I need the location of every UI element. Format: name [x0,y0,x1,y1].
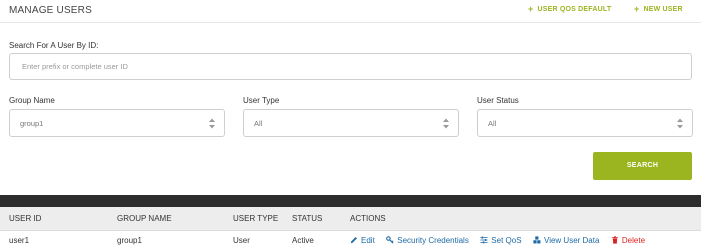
edit-action-label: Edit [361,236,375,245]
key-icon [386,236,394,244]
row-actions: Edit Security Credentials Set QoS View U… [350,236,645,251]
plus-icon: + [528,4,534,14]
group-name-label: Group Name [9,96,55,105]
security-credentials-label: Security Credentials [397,236,469,245]
table-header: USER ID GROUP NAME USER TYPE STATUS ACTI… [0,207,701,231]
view-user-data-action[interactable]: View User Data [533,236,599,245]
user-type-value: All [254,119,263,128]
plus-icon: + [634,4,640,14]
sliders-icon [480,236,488,244]
column-header-user-id: USER ID [9,214,42,223]
user-type-label: User Type [243,96,280,105]
group-name-value: group1 [20,119,44,128]
column-header-user-type: USER TYPE [233,214,279,223]
sort-arrows-icon [443,118,449,129]
section-divider [0,195,701,207]
user-qos-default-label: USER QOS DEFAULT [537,6,612,13]
set-qos-action[interactable]: Set QoS [480,236,522,245]
search-button[interactable]: SEARCH [593,152,692,180]
user-id-search-input[interactable] [9,53,692,80]
group-name-select[interactable]: group1 [9,109,225,137]
column-header-group-name: GROUP NAME [117,214,172,223]
set-qos-label: Set QoS [491,236,522,245]
cell-status: Active [292,236,314,245]
trash-icon [612,236,618,244]
view-user-data-label: View User Data [544,236,600,245]
delete-action[interactable]: Delete [611,236,645,245]
column-header-actions: ACTIONS [350,214,386,223]
security-credentials-action[interactable]: Security Credentials [386,236,469,245]
new-user-label: NEW USER [643,6,683,13]
cubes-icon [533,236,541,244]
cell-user-id: user1 [9,236,30,245]
column-header-status: STATUS [292,214,323,223]
cell-user-type: User [233,236,250,245]
user-qos-default-button[interactable]: + USER QOS DEFAULT [528,4,612,14]
edit-action[interactable]: Edit [350,236,375,245]
page-header: MANAGE USERS + USER QOS DEFAULT + NEW USER [0,0,701,23]
user-status-select[interactable]: All [477,109,693,137]
user-type-select[interactable]: All [243,109,459,137]
sort-arrows-icon [677,118,683,129]
table-row: user1 group1 User Active Edit Security C… [0,231,701,251]
delete-action-label: Delete [621,236,646,245]
sort-arrows-icon [209,118,215,129]
search-label: Search For A User By ID: [9,41,99,50]
page-title: MANAGE USERS [9,5,92,16]
pencil-icon [350,237,357,244]
user-status-label: User Status [477,96,519,105]
manage-users-page: MANAGE USERS + USER QOS DEFAULT + NEW USER… [0,0,701,251]
user-status-value: All [488,119,497,128]
new-user-button[interactable]: + NEW USER [634,4,683,14]
cell-group-name: group1 [117,236,142,245]
